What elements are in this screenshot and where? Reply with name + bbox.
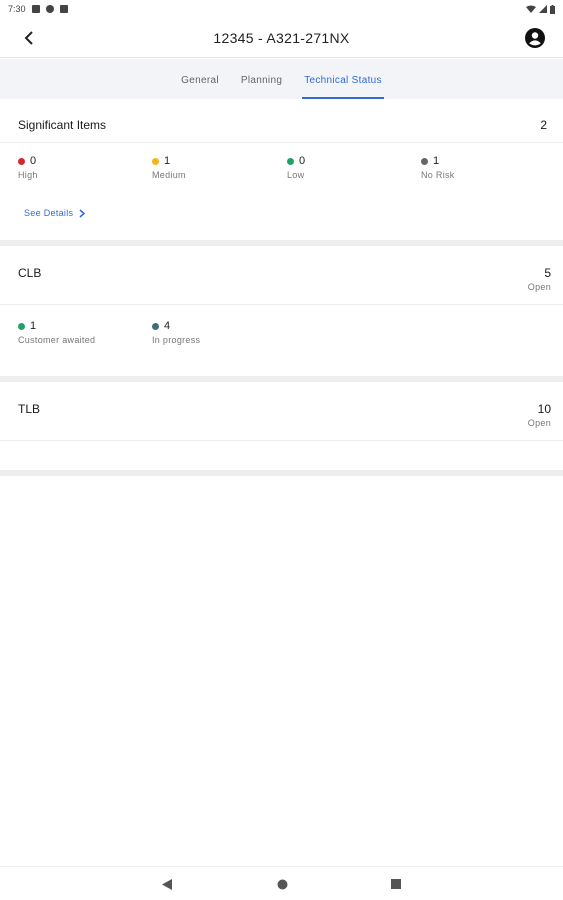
section-title: Significant Items: [18, 118, 107, 132]
app-bar: 12345 - A321-271NX: [0, 18, 563, 58]
sd-card-icon: [59, 5, 68, 13]
wifi-icon: [526, 5, 536, 13]
stat-no-risk: 1 No Risk: [421, 155, 455, 180]
status-time: 7:30: [8, 4, 26, 14]
chevron-right-icon: [79, 208, 86, 218]
stat-label: Customer awaited: [18, 335, 96, 345]
tab-bar: General Planning Technical Status: [0, 59, 563, 99]
stat-value: 1: [164, 155, 171, 167]
signal-icon: [539, 4, 547, 13]
in-progress-dot-icon: [152, 322, 159, 330]
triangle-back-icon: [161, 878, 172, 890]
tlb-section[interactable]: TLB 10 Open: [0, 382, 563, 470]
account-button[interactable]: [523, 26, 547, 50]
clb-count-label: Open: [527, 282, 551, 292]
stat-low: 0 Low: [287, 155, 305, 180]
square-recents-icon: [391, 879, 401, 889]
customer-awaited-dot-icon: [18, 322, 25, 330]
status-left: 7:30: [8, 4, 68, 14]
stat-label: High: [18, 170, 38, 180]
sync-icon: [45, 5, 54, 13]
status-bar: 7:30: [0, 0, 563, 18]
low-risk-dot-icon: [287, 157, 294, 165]
stat-value: 1: [30, 320, 37, 332]
stat-in-progress: 4 In progress: [152, 320, 200, 345]
clb-count: 5 Open: [528, 266, 551, 293]
tab-general[interactable]: General: [179, 75, 221, 99]
stat-label: Low: [287, 170, 305, 180]
stat-value: 0: [299, 155, 306, 167]
tab-technical-status[interactable]: Technical Status: [302, 75, 384, 99]
stat-label: No Risk: [421, 170, 455, 180]
stat-label: Medium: [152, 170, 186, 180]
tlb-count-label: Open: [527, 418, 551, 428]
tab-planning[interactable]: Planning: [239, 75, 284, 99]
clb-count-value: 5: [544, 266, 551, 280]
section-divider: [0, 470, 563, 476]
battery-icon: [550, 4, 555, 14]
nav-recents-button[interactable]: [389, 877, 403, 891]
see-details-label: See Details: [24, 208, 74, 218]
tlb-header: TLB 10 Open: [0, 382, 563, 441]
stat-value: 0: [30, 155, 37, 167]
clb-section[interactable]: CLB 5 Open 1 Customer awaited 4 In progr…: [0, 246, 563, 376]
significant-items-header: Significant Items 2: [0, 101, 563, 143]
section-title: CLB: [18, 266, 42, 280]
significant-items-section: Significant Items 2 0 High 1 Medium 0 Lo…: [0, 101, 563, 239]
significant-items-count: 2: [540, 118, 547, 132]
no-risk-dot-icon: [421, 157, 428, 165]
medium-risk-dot-icon: [152, 157, 159, 165]
system-nav-bar: [0, 866, 563, 900]
stat-value: 4: [164, 320, 171, 332]
stat-label: In progress: [152, 335, 201, 345]
see-details-link[interactable]: See Details: [24, 208, 86, 218]
high-risk-dot-icon: [18, 157, 25, 165]
back-button[interactable]: [18, 26, 40, 50]
clb-header: CLB 5 Open: [0, 246, 563, 305]
status-right: [526, 4, 555, 14]
chevron-left-icon: [24, 31, 33, 45]
nav-back-button[interactable]: [160, 877, 174, 891]
stat-value: 1: [433, 155, 440, 167]
circle-home-icon: [277, 879, 287, 889]
stat-medium: 1 Medium: [152, 155, 186, 180]
notification-icon: [31, 5, 40, 13]
nav-home-button[interactable]: [275, 877, 289, 891]
page-title: 12345 - A321-271NX: [213, 29, 350, 46]
tlb-count-value: 10: [537, 402, 551, 416]
stat-customer-awaited: 1 Customer awaited: [18, 320, 95, 345]
tlb-count: 10 Open: [528, 402, 551, 429]
stat-high: 0 High: [18, 155, 38, 180]
section-title: TLB: [18, 402, 41, 416]
account-circle-icon: [525, 28, 545, 48]
